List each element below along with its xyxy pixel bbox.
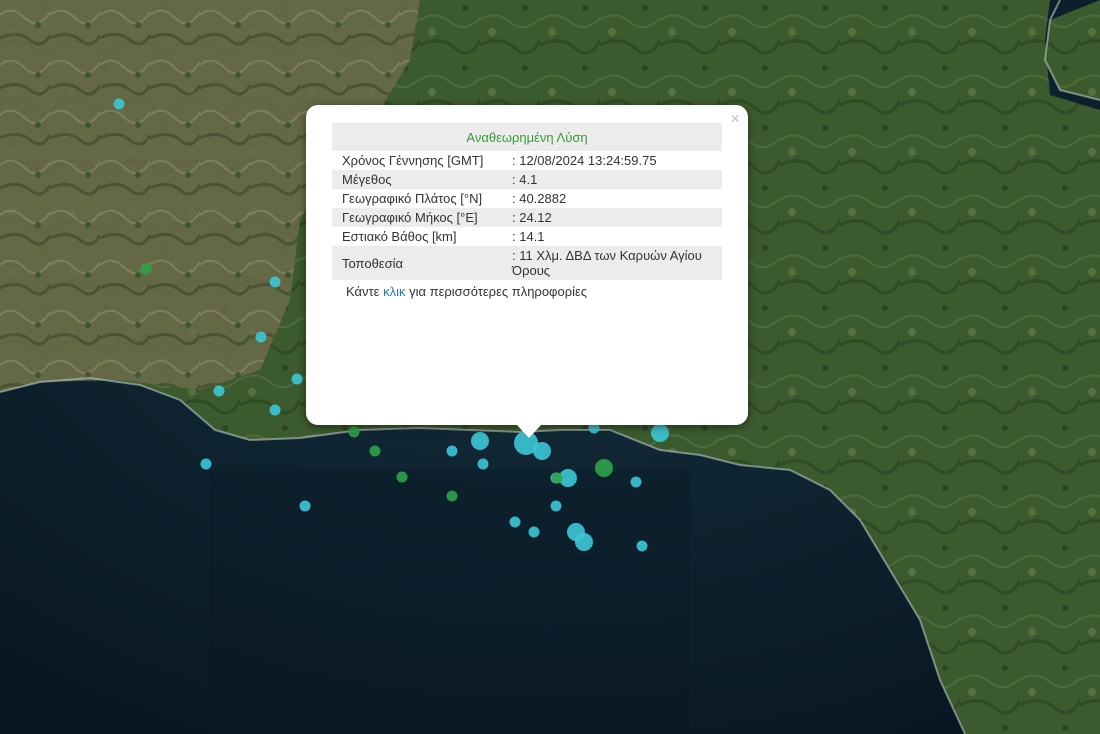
footer-text-after: για περισσότερες πληροφορίες (405, 284, 588, 299)
earthquake-marker[interactable] (528, 526, 540, 538)
origin-time-value: : 12/08/2024 13:24:59.75 (512, 153, 657, 168)
table-row: Εστιακό Βάθος [km] : 14.1 (332, 227, 722, 246)
earthquake-marker[interactable] (636, 540, 648, 552)
magnitude-label: Μέγεθος (332, 170, 502, 189)
more-info-link[interactable]: κλικ (383, 284, 405, 299)
earthquake-marker[interactable] (651, 424, 669, 442)
earthquake-marker[interactable] (200, 458, 212, 470)
popup-title: Αναθεωρημένη Λύση (332, 123, 722, 151)
earthquake-popup: × Αναθεωρημένη Λύση Χρόνος Γέννησης [GMT… (306, 105, 748, 438)
earthquake-marker[interactable] (255, 331, 267, 343)
origin-time-label: Χρόνος Γέννησης [GMT] (342, 153, 484, 168)
table-row: Χρόνος Γέννησης [GMT] : 12/08/2024 13:24… (332, 151, 722, 170)
longitude-label: Γεωγραφικό Μήκος [°E] (332, 208, 502, 227)
earthquake-marker[interactable] (369, 445, 381, 457)
earthquake-marker[interactable] (533, 442, 551, 460)
latitude-value: : 40.2882 (512, 191, 567, 206)
longitude-value: : 24.12 (502, 208, 722, 227)
earthquake-marker[interactable] (446, 490, 458, 502)
earthquake-marker[interactable] (269, 276, 281, 288)
earthquake-marker[interactable] (630, 476, 642, 488)
location-label: Τοποθεσία (332, 246, 502, 280)
footer-text-before: Κάντε (346, 284, 384, 299)
earthquake-marker[interactable] (140, 263, 152, 275)
earthquake-marker[interactable] (446, 445, 458, 457)
earthquake-marker[interactable] (471, 432, 489, 450)
table-row: Γεωγραφικό Πλάτος [°N] : 40.2882 (332, 189, 722, 208)
earthquake-marker[interactable] (213, 385, 225, 397)
popup-footer: Κάντε κλικ για περισσότερες πληροφορίες (332, 284, 722, 299)
close-icon[interactable]: × (730, 109, 740, 129)
magnitude-value: : 4.1 (502, 170, 722, 189)
depth-label: Εστιακό Βάθος [km] (342, 229, 457, 244)
table-row: Τοποθεσία : 11 Χλμ. ΔΒΔ των Καρυών Αγίου… (332, 246, 722, 280)
earthquake-marker[interactable] (550, 500, 562, 512)
earthquake-marker[interactable] (477, 458, 489, 470)
earthquake-marker[interactable] (396, 471, 408, 483)
earthquake-marker[interactable] (113, 98, 125, 110)
earthquake-marker[interactable] (291, 373, 303, 385)
earthquake-marker[interactable] (509, 516, 521, 528)
earthquake-marker[interactable] (299, 500, 311, 512)
earthquake-marker[interactable] (595, 459, 613, 477)
latitude-label: Γεωγραφικό Πλάτος [°N] (342, 191, 483, 206)
earthquake-info-table: Αναθεωρημένη Λύση Χρόνος Γέννησης [GMT] … (332, 123, 722, 280)
table-row: Γεωγραφικό Μήκος [°E] : 24.12 (332, 208, 722, 227)
earthquake-marker[interactable] (575, 533, 593, 551)
earthquake-marker[interactable] (551, 472, 563, 484)
location-value: : 11 Χλμ. ΔΒΔ των Καρυών Αγίου Όρους (502, 246, 722, 280)
earthquake-marker[interactable] (348, 426, 360, 438)
sea-tile-overlay (210, 470, 690, 734)
earthquake-marker[interactable] (269, 404, 281, 416)
popup-tip (516, 424, 542, 438)
depth-value: : 14.1 (512, 229, 545, 244)
table-row: Μέγεθος : 4.1 (332, 170, 722, 189)
